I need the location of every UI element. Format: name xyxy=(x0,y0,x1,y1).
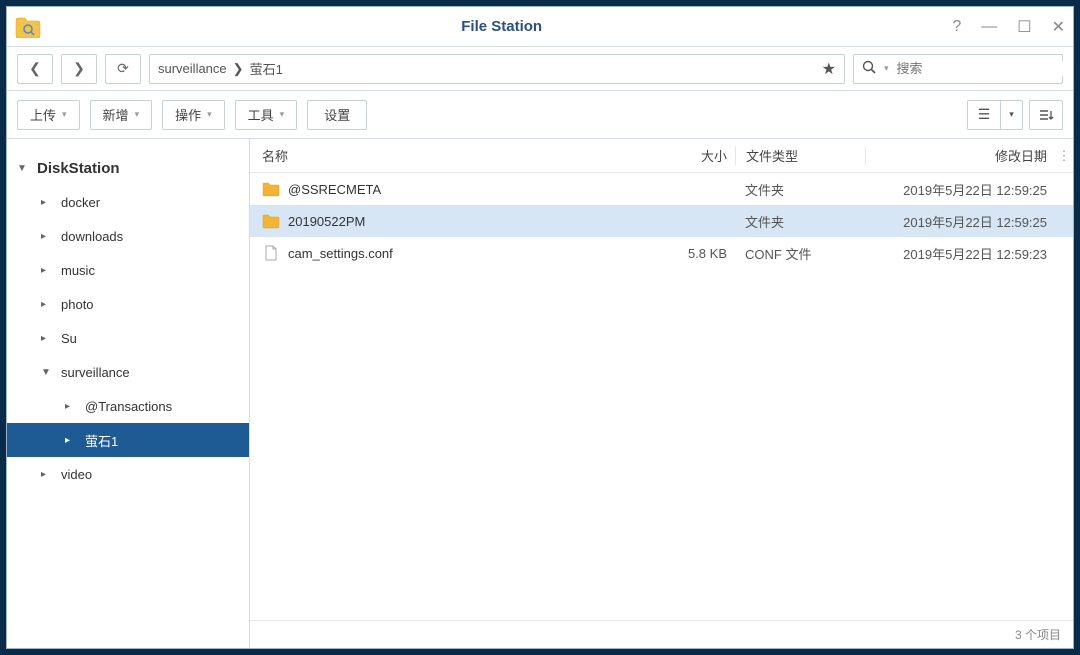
sidebar-item-photo[interactable]: ▸photo xyxy=(7,287,249,321)
sidebar-item-surveillance[interactable]: ▼surveillance xyxy=(7,355,249,389)
forward-button[interactable]: ❯ xyxy=(61,54,97,84)
breadcrumb-segment[interactable]: 萤石1 xyxy=(250,59,283,78)
caret-icon: ▸ xyxy=(41,197,55,208)
sidebar-item-downloads[interactable]: ▸downloads xyxy=(7,219,249,253)
sidebar-item-1[interactable]: ▸萤石1 xyxy=(7,423,249,457)
file-name: @SSRECMETA xyxy=(288,182,665,197)
caret-icon: ▼ xyxy=(41,367,55,378)
sort-button[interactable] xyxy=(1029,100,1063,130)
close-icon[interactable]: ✕ xyxy=(1052,17,1065,37)
search-icon xyxy=(862,60,876,77)
sidebar-item-transactions[interactable]: ▸@Transactions xyxy=(7,389,249,423)
file-name: cam_settings.conf xyxy=(288,246,665,261)
file-type: CONF 文件 xyxy=(735,244,865,263)
search-caret[interactable]: ▾ xyxy=(884,63,889,74)
new-button[interactable]: 新增▾ xyxy=(90,100,153,130)
file-type: 文件夹 xyxy=(735,180,865,199)
breadcrumb[interactable]: surveillance ❯ 萤石1 ★ xyxy=(149,54,845,84)
maximize-icon[interactable]: ☐ xyxy=(1017,17,1031,37)
app-window: File Station ? — ☐ ✕ ❮ ❯ ⟳ surveillance … xyxy=(6,6,1074,649)
back-button[interactable]: ❮ xyxy=(17,54,53,84)
tree-root[interactable]: ▼ DiskStation xyxy=(7,151,249,185)
file-row[interactable]: cam_settings.conf 5.8 KB CONF 文件 2019年5月… xyxy=(250,237,1073,269)
file-type: 文件夹 xyxy=(735,212,865,231)
sidebar-item-docker[interactable]: ▸docker xyxy=(7,185,249,219)
file-list: @SSRECMETA 文件夹 2019年5月22日 12:59:25 20190… xyxy=(250,173,1073,620)
titlebar: File Station ? — ☐ ✕ xyxy=(7,7,1073,47)
file-date: 2019年5月22日 12:59:25 xyxy=(865,180,1055,199)
file-date: 2019年5月22日 12:59:25 xyxy=(865,212,1055,231)
sidebar-item-su[interactable]: ▸Su xyxy=(7,321,249,355)
upload-button[interactable]: 上传▾ xyxy=(17,100,80,130)
breadcrumb-segment[interactable]: surveillance xyxy=(158,61,227,76)
file-row[interactable]: @SSRECMETA 文件夹 2019年5月22日 12:59:25 xyxy=(250,173,1073,205)
search-box[interactable]: ▾ xyxy=(853,54,1063,84)
view-list-button[interactable]: ☰ xyxy=(967,100,1001,130)
file-icon xyxy=(262,245,280,261)
col-date[interactable]: 修改日期 xyxy=(865,146,1055,165)
favorite-icon[interactable]: ★ xyxy=(822,59,836,79)
col-size[interactable]: 大小 xyxy=(665,146,735,165)
statusbar: 3 个项目 xyxy=(250,620,1073,648)
sidebar-item-video[interactable]: ▸video xyxy=(7,457,249,491)
file-row[interactable]: 20190522PM 文件夹 2019年5月22日 12:59:25 xyxy=(250,205,1073,237)
toolbar: 上传▾ 新增▾ 操作▾ 工具▾ 设置 ☰ ▾ xyxy=(7,91,1073,139)
caret-icon: ▸ xyxy=(41,333,55,344)
content: ▼ DiskStation ▸docker▸downloads▸music▸ph… xyxy=(7,139,1073,648)
column-headers: 名称 大小 文件类型 修改日期 ⋮ xyxy=(250,139,1073,173)
file-size: 5.8 KB xyxy=(665,246,735,261)
help-icon[interactable]: ? xyxy=(952,18,961,36)
app-title: File Station xyxy=(51,18,952,35)
caret-icon: ▸ xyxy=(65,401,79,412)
minimize-icon[interactable]: — xyxy=(981,18,997,36)
caret-icon: ▸ xyxy=(65,435,79,446)
caret-down-icon: ▼ xyxy=(17,163,31,174)
folder-icon xyxy=(262,181,280,197)
action-button[interactable]: 操作▾ xyxy=(162,100,225,130)
folder-icon xyxy=(262,213,280,229)
sidebar: ▼ DiskStation ▸docker▸downloads▸music▸ph… xyxy=(7,139,250,648)
search-input[interactable] xyxy=(897,61,1073,76)
caret-icon: ▸ xyxy=(41,469,55,480)
file-panel: 名称 大小 文件类型 修改日期 ⋮ @SSRECMETA 文件夹 2019年5月… xyxy=(250,139,1073,648)
tools-button[interactable]: 工具▾ xyxy=(235,100,298,130)
caret-icon: ▸ xyxy=(41,231,55,242)
item-count: 3 个项目 xyxy=(1015,626,1061,643)
refresh-button[interactable]: ⟳ xyxy=(105,54,141,84)
col-name[interactable]: 名称 xyxy=(262,146,665,165)
caret-icon: ▸ xyxy=(41,265,55,276)
app-icon xyxy=(15,16,41,38)
col-type[interactable]: 文件类型 xyxy=(735,146,865,165)
file-date: 2019年5月22日 12:59:23 xyxy=(865,244,1055,263)
chevron-right-icon: ❯ xyxy=(231,61,246,77)
col-more-icon[interactable]: ⋮ xyxy=(1055,148,1073,164)
settings-button[interactable]: 设置 xyxy=(307,100,367,130)
sidebar-item-music[interactable]: ▸music xyxy=(7,253,249,287)
caret-icon: ▸ xyxy=(41,299,55,310)
navbar: ❮ ❯ ⟳ surveillance ❯ 萤石1 ★ ▾ xyxy=(7,47,1073,91)
file-name: 20190522PM xyxy=(288,214,665,229)
view-dropdown-button[interactable]: ▾ xyxy=(1001,100,1023,130)
